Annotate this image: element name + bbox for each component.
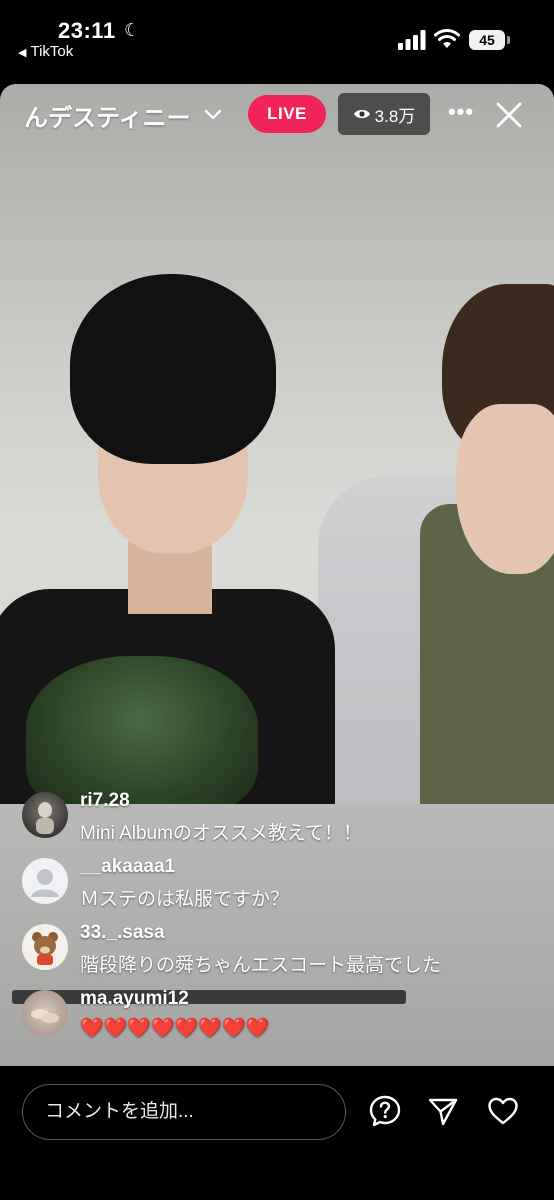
comment-input[interactable] (22, 1084, 346, 1140)
avatar[interactable] (22, 792, 68, 838)
viewer-count-button[interactable]: 3.8万 (338, 93, 430, 135)
chevron-down-icon[interactable] (203, 104, 223, 124)
close-icon[interactable] (494, 100, 524, 130)
avatar[interactable] (22, 990, 68, 1036)
viewer-count: 3.8万 (374, 106, 416, 126)
comment-item[interactable]: 33._.sasa 階段降りの舜ちゃんエスコート最高でした (22, 918, 542, 984)
comment-text: Mini Albumのオススメ教えて！！ (80, 823, 362, 844)
live-badge: LIVE (248, 95, 326, 133)
comment-username[interactable]: ma.ayumi12 (80, 988, 189, 1010)
comment-item[interactable]: ma.ayumi12 ❤️❤️❤️❤️❤️❤️❤️❤️ (22, 984, 542, 1050)
back-app-label: TikTok (30, 43, 74, 60)
host-name[interactable]: んデスティニー (24, 98, 191, 133)
default-avatar-icon (31, 869, 59, 897)
moon-icon: ☾ (124, 20, 141, 40)
comment-username[interactable]: 33._.sasa (80, 922, 165, 944)
comment-text: ❤️❤️❤️❤️❤️❤️❤️❤️ (80, 1018, 270, 1039)
question-icon[interactable] (368, 1094, 402, 1128)
back-arrow-icon: ◀ (18, 47, 27, 59)
video-person-left-hair (70, 274, 276, 464)
comment-username[interactable]: __akaaaa1 (80, 856, 175, 878)
hands-avatar-icon (31, 1009, 59, 1023)
avatar[interactable] (22, 858, 68, 904)
comment-username[interactable]: ri7.28 (80, 790, 130, 812)
bottom-bar (0, 1066, 554, 1200)
comment-list: ri7.28 Mini Albumのオススメ教えて！！ __akaaaa1 Ｍス… (22, 786, 542, 1050)
bear-avatar-icon (32, 932, 58, 965)
status-bar: 23:11 ☾ ◀ TikTok 45 (0, 0, 554, 78)
cellular-signal-icon (398, 30, 426, 50)
battery-indicator: 45 (469, 30, 510, 50)
comment-item[interactable]: __akaaaa1 Ｍステのは私服ですか？ (22, 852, 542, 918)
back-to-app-link[interactable]: ◀ TikTok (18, 43, 73, 60)
avatar[interactable] (22, 924, 68, 970)
wifi-icon (434, 29, 460, 48)
more-options-button[interactable]: ••• (446, 100, 476, 130)
comment-text: 階段降りの舜ちゃんエスコート最高でした (80, 955, 442, 976)
heart-icon[interactable] (486, 1094, 520, 1128)
comment-item[interactable]: ri7.28 Mini Albumのオススメ教えて！！ (22, 786, 542, 852)
comment-text: Ｍステのは私服ですか？ (80, 889, 290, 910)
eye-icon (353, 109, 370, 119)
status-time: 23:11 (58, 18, 116, 43)
share-icon[interactable] (426, 1094, 460, 1128)
avatar-photo-icon (36, 802, 54, 834)
